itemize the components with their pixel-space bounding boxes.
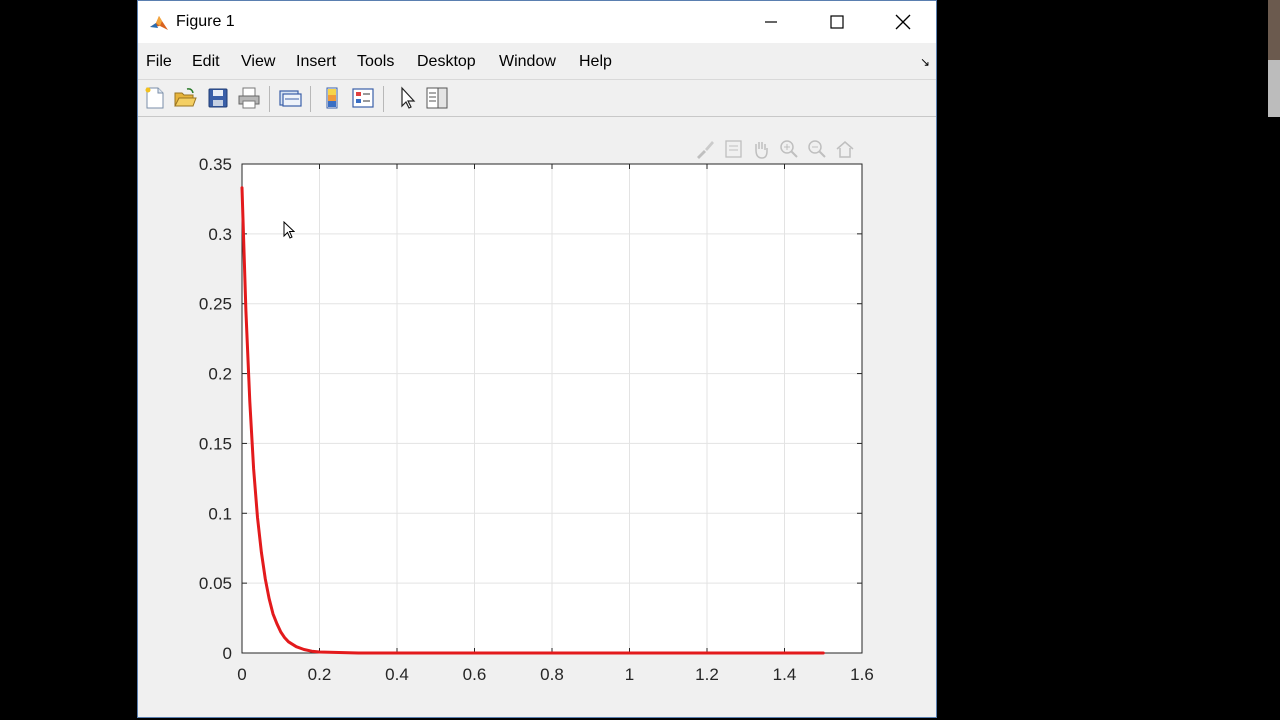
- y-tick-label: 0.35: [199, 155, 232, 174]
- y-tick-label: 0.3: [208, 225, 232, 244]
- figure-window: Figure 1 File Edit View Insert Tools Des…: [137, 0, 937, 718]
- x-tick-label: 0.2: [308, 665, 332, 684]
- brush-icon[interactable]: [694, 138, 716, 160]
- data-tips-icon[interactable]: [722, 138, 744, 160]
- pan-icon[interactable]: [750, 138, 772, 160]
- y-tick-label: 0.05: [199, 574, 232, 593]
- y-tick-label: 0.15: [199, 434, 232, 453]
- home-icon[interactable]: [834, 138, 856, 160]
- background-window-edge-light: [1268, 60, 1280, 117]
- x-tick-label: 0.6: [463, 665, 487, 684]
- x-tick-label: 0.8: [540, 665, 564, 684]
- x-tick-label: 0: [237, 665, 246, 684]
- zoom-in-icon[interactable]: [778, 138, 800, 160]
- x-tick-label: 0.4: [385, 665, 409, 684]
- x-tick-labels: 0 0.2 0.4 0.6 0.8 1 1.2 1.4 1.6: [237, 665, 874, 684]
- y-tick-label: 0: [223, 644, 232, 663]
- x-tick-label: 1.2: [695, 665, 719, 684]
- x-tick-label: 1.6: [850, 665, 874, 684]
- y-tick-label: 0.1: [208, 504, 232, 523]
- x-tick-label: 1: [625, 665, 634, 684]
- mouse-cursor-icon: [283, 221, 295, 239]
- y-tick-label: 0.2: [208, 365, 232, 384]
- zoom-out-icon[interactable]: [806, 138, 828, 160]
- plot: 0 0.2 0.4 0.6 0.8 1 1.2 1.4 1.6 00.050.10.150.20…: [199, 155, 874, 684]
- x-tick-label: 1.4: [773, 665, 797, 684]
- y-tick-labels: 0 0.05 0.1 0.15 0.2 0.25 0.3 0.35: [199, 155, 232, 663]
- y-tick-label: 0.25: [199, 295, 232, 314]
